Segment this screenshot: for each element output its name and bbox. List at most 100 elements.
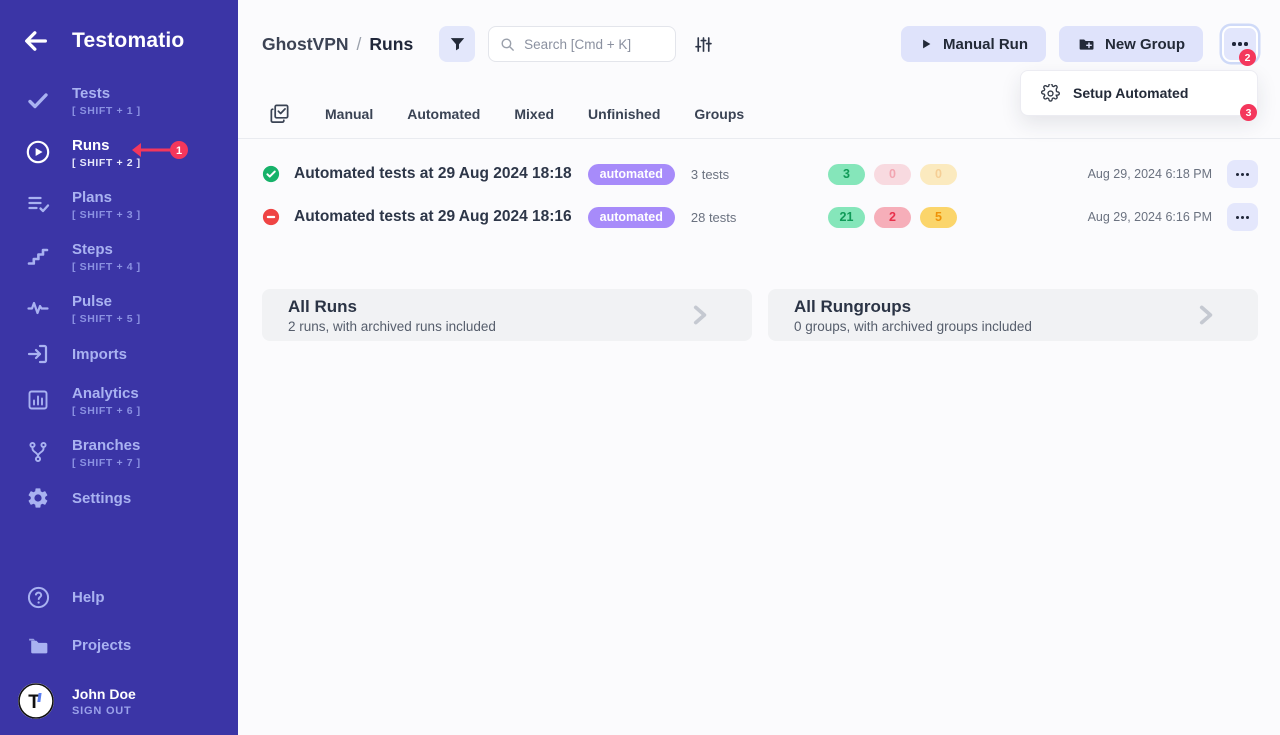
sign-out-link[interactable]: SIGN OUT — [72, 705, 136, 717]
sidebar-item-shortcut: [ SHIFT + 2 ] — [72, 157, 141, 169]
tab-groups[interactable]: Groups — [694, 106, 744, 122]
avatar: T — [18, 683, 54, 719]
run-menu-button[interactable] — [1227, 160, 1258, 188]
run-tests-count: 3 tests — [691, 167, 729, 182]
card-subtitle: 0 groups, with archived groups included — [794, 319, 1032, 334]
sidebar-item-label: Imports — [72, 345, 127, 364]
sidebar-item-label: Projects — [72, 636, 131, 655]
search-icon — [499, 36, 516, 53]
filter-button[interactable] — [439, 26, 475, 62]
run-type-badge: automated — [588, 207, 675, 228]
steps-icon — [24, 244, 52, 268]
sidebar-item-label: Settings — [72, 489, 131, 508]
sidebar-item-runs[interactable]: Runs[ SHIFT + 2 ] — [0, 132, 238, 172]
sidebar-item-shortcut: [ SHIFT + 5 ] — [72, 313, 141, 325]
manual-run-label: Manual Run — [943, 36, 1028, 53]
folder-icon — [24, 633, 52, 658]
sidebar-item-analytics[interactable]: Analytics [ SHIFT + 6 ] — [0, 380, 238, 420]
branch-icon — [24, 440, 52, 464]
breadcrumb: GhostVPN / Runs — [262, 34, 413, 55]
sidebar-item-label: Help — [72, 588, 105, 607]
chevron-right-icon — [686, 302, 712, 328]
list-check-icon — [24, 192, 52, 216]
sidebar-item-plans[interactable]: Plans[ SHIFT + 3 ] — [0, 184, 238, 224]
run-timestamp: Aug 29, 2024 6:18 PM — [1088, 167, 1212, 181]
all-rungroups-card[interactable]: All Rungroups 0 groups, with archived gr… — [768, 289, 1258, 341]
all-runs-card[interactable]: All Runs 2 runs, with archived runs incl… — [262, 289, 752, 341]
run-menu-button[interactable] — [1227, 203, 1258, 231]
chevron-right-icon — [1192, 302, 1218, 328]
run-timestamp: Aug 29, 2024 6:16 PM — [1088, 210, 1212, 224]
sidebar-item-imports[interactable]: Imports — [0, 340, 238, 368]
tab-automated[interactable]: Automated — [407, 106, 480, 122]
sidebar-item-settings[interactable]: Settings — [0, 484, 238, 512]
run-result-pills: 3 0 0 — [828, 164, 957, 185]
setup-automated-menu-item[interactable]: Setup Automated — [1073, 85, 1188, 101]
sidebar-item-label: Tests — [72, 84, 141, 103]
sidebar-item-tests[interactable]: Tests [ SHIFT + 1 ] — [0, 80, 238, 120]
sidebar-item-shortcut: [ SHIFT + 1 ] — [72, 105, 141, 117]
run-title[interactable]: Automated tests at 29 Aug 2024 18:18 — [294, 165, 572, 183]
tab-unfinished[interactable]: Unfinished — [588, 106, 660, 122]
breadcrumb-project[interactable]: GhostVPN — [262, 34, 349, 55]
check-icon — [24, 88, 52, 112]
bar-chart-icon — [24, 388, 52, 412]
sidebar-item-shortcut: [ SHIFT + 3 ] — [72, 209, 141, 221]
adjust-filters-icon[interactable] — [693, 34, 714, 55]
sidebar-item-label: Steps — [72, 240, 141, 259]
card-title: All Rungroups — [794, 297, 1032, 317]
run-title[interactable]: Automated tests at 29 Aug 2024 18:16 — [294, 208, 572, 226]
sidebar-item-label: Analytics — [72, 384, 141, 403]
status-failed-icon — [262, 208, 280, 226]
failed-count-pill: 0 — [874, 164, 911, 185]
sidebar-item-shortcut: [ SHIFT + 6 ] — [72, 405, 141, 417]
funnel-icon — [448, 35, 467, 54]
passed-count-pill: 21 — [828, 207, 865, 228]
tab-manual[interactable]: Manual — [325, 106, 373, 122]
app-root: Testomatio Tests [ SHIFT + 1 ] Runs[ SHIF… — [0, 0, 1280, 735]
divider — [238, 138, 1280, 139]
search-box — [488, 26, 676, 62]
folder-plus-icon — [1077, 35, 1095, 53]
runs-list: Automated tests at 29 Aug 2024 18:18 aut… — [238, 156, 1280, 235]
user-menu[interactable]: T John Doe SIGN OUT — [0, 683, 238, 719]
back-arrow-icon[interactable] — [22, 26, 52, 56]
sidebar-item-shortcut: [ SHIFT + 7 ] — [72, 457, 141, 469]
user-name: John Doe — [72, 686, 136, 702]
card-title: All Runs — [288, 297, 496, 317]
sidebar-nav: Tests [ SHIFT + 1 ] Runs[ SHIFT + 2 ] Pla… — [0, 80, 238, 512]
run-result-pills: 21 2 5 — [828, 207, 957, 228]
breadcrumb-separator: / — [357, 34, 362, 55]
sidebar-item-projects[interactable]: Projects — [0, 631, 238, 659]
help-icon — [24, 585, 52, 610]
play-icon — [919, 37, 933, 51]
more-actions-button[interactable] — [1222, 26, 1258, 62]
sidebar-item-help[interactable]: Help — [0, 583, 238, 611]
main-content: GhostVPN / Runs Manual Run New Group — [238, 0, 1280, 735]
sidebar-item-pulse[interactable]: Pulse[ SHIFT + 5 ] — [0, 288, 238, 328]
summary-cards: All Runs 2 runs, with archived runs incl… — [238, 289, 1280, 341]
more-actions-dropdown: Setup Automated — [1020, 70, 1258, 116]
run-type-badge: automated — [588, 164, 675, 185]
sidebar-bottom: Help Projects T John Doe SIGN OUT — [0, 583, 238, 735]
pulse-icon — [24, 296, 52, 320]
failed-count-pill: 2 — [874, 207, 911, 228]
sidebar-item-steps[interactable]: Steps[ SHIFT + 4 ] — [0, 236, 238, 276]
ellipsis-icon — [1232, 42, 1248, 46]
play-circle-icon — [24, 139, 52, 165]
search-input[interactable] — [524, 37, 665, 52]
new-group-button[interactable]: New Group — [1059, 26, 1203, 62]
sidebar-item-label: Branches — [72, 436, 141, 455]
new-group-label: New Group — [1105, 36, 1185, 53]
tab-mixed[interactable]: Mixed — [514, 106, 554, 122]
run-row[interactable]: Automated tests at 29 Aug 2024 18:18 aut… — [238, 156, 1280, 192]
ellipsis-icon — [1236, 216, 1249, 219]
import-icon — [24, 342, 52, 366]
sidebar-header: Testomatio — [0, 0, 238, 56]
main-header: GhostVPN / Runs Manual Run New Group — [262, 26, 1258, 62]
sidebar-item-branches[interactable]: Branches [ SHIFT + 7 ] — [0, 432, 238, 472]
run-row[interactable]: Automated tests at 29 Aug 2024 18:16 aut… — [238, 199, 1280, 235]
skipped-count-pill: 0 — [920, 164, 957, 185]
manual-run-button[interactable]: Manual Run — [901, 26, 1046, 62]
stacked-check-icon[interactable] — [268, 102, 291, 125]
